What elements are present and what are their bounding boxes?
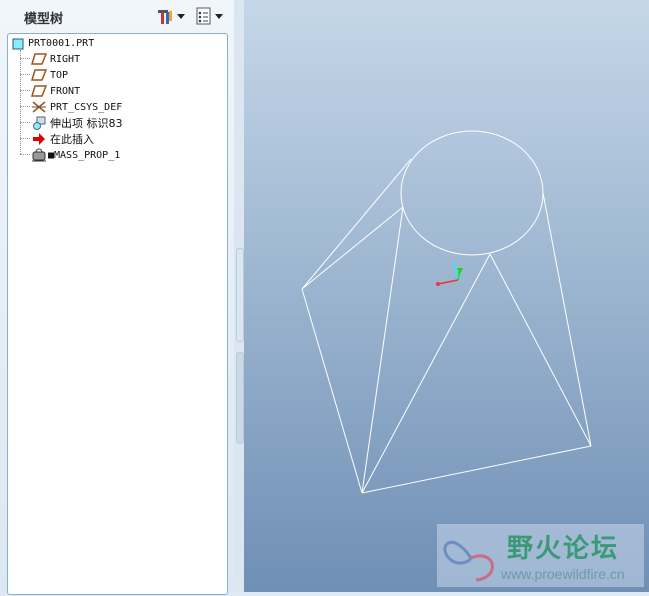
tree-settings-button[interactable]	[156, 6, 185, 26]
model-tree-panel: 模型树 PRT0001.PRT RIGHT TOP FRONT PRT_CSYS…	[0, 0, 234, 595]
datum-plane-icon	[31, 53, 47, 65]
list-icon	[196, 7, 211, 25]
wireframe-model	[301, 130, 592, 494]
mass-prop-icon	[32, 148, 46, 162]
chevron-down-icon	[177, 13, 185, 19]
watermark-title: 野火论坛	[507, 534, 620, 564]
insert-here-arrow-icon	[33, 133, 45, 145]
protrusion-icon	[33, 116, 46, 130]
model-tree: PRT0001.PRT RIGHT TOP FRONT PRT_CSYS_DEF…	[7, 33, 228, 595]
tree-item-top[interactable]: TOP	[31, 67, 68, 83]
tree-item-right[interactable]: RIGHT	[31, 51, 80, 67]
tools-icon	[158, 10, 172, 24]
splitter-grip[interactable]	[236, 248, 244, 342]
coordinate-axes-icon	[436, 261, 463, 286]
watermark: 野火论坛 www.proewildfire.cn	[437, 524, 644, 587]
tree-item-protrusion[interactable]: 伸出项 标识83	[31, 115, 123, 131]
panel-title: 模型树	[24, 12, 64, 27]
part-icon	[12, 38, 24, 49]
tree-item-mass-prop[interactable]: ■MASS_PROP_1	[31, 147, 120, 163]
watermark-url: www.proewildfire.cn	[501, 566, 625, 582]
panel-splitter[interactable]	[234, 0, 244, 592]
tree-item-csys[interactable]: PRT_CSYS_DEF	[31, 99, 122, 115]
chevron-down-icon	[215, 13, 223, 19]
datum-plane-icon	[31, 69, 47, 81]
datum-plane-icon	[31, 85, 47, 97]
csys-icon	[32, 101, 46, 113]
tree-item-root[interactable]: PRT0001.PRT	[12, 35, 94, 51]
tree-item-front[interactable]: FRONT	[31, 83, 80, 99]
tree-item-insert-here[interactable]: 在此插入	[31, 131, 94, 147]
splitter-grip[interactable]	[236, 352, 244, 444]
tree-show-button[interactable]	[196, 6, 223, 26]
graphics-viewport[interactable]	[244, 0, 649, 592]
watermark-logo-icon	[443, 541, 494, 582]
